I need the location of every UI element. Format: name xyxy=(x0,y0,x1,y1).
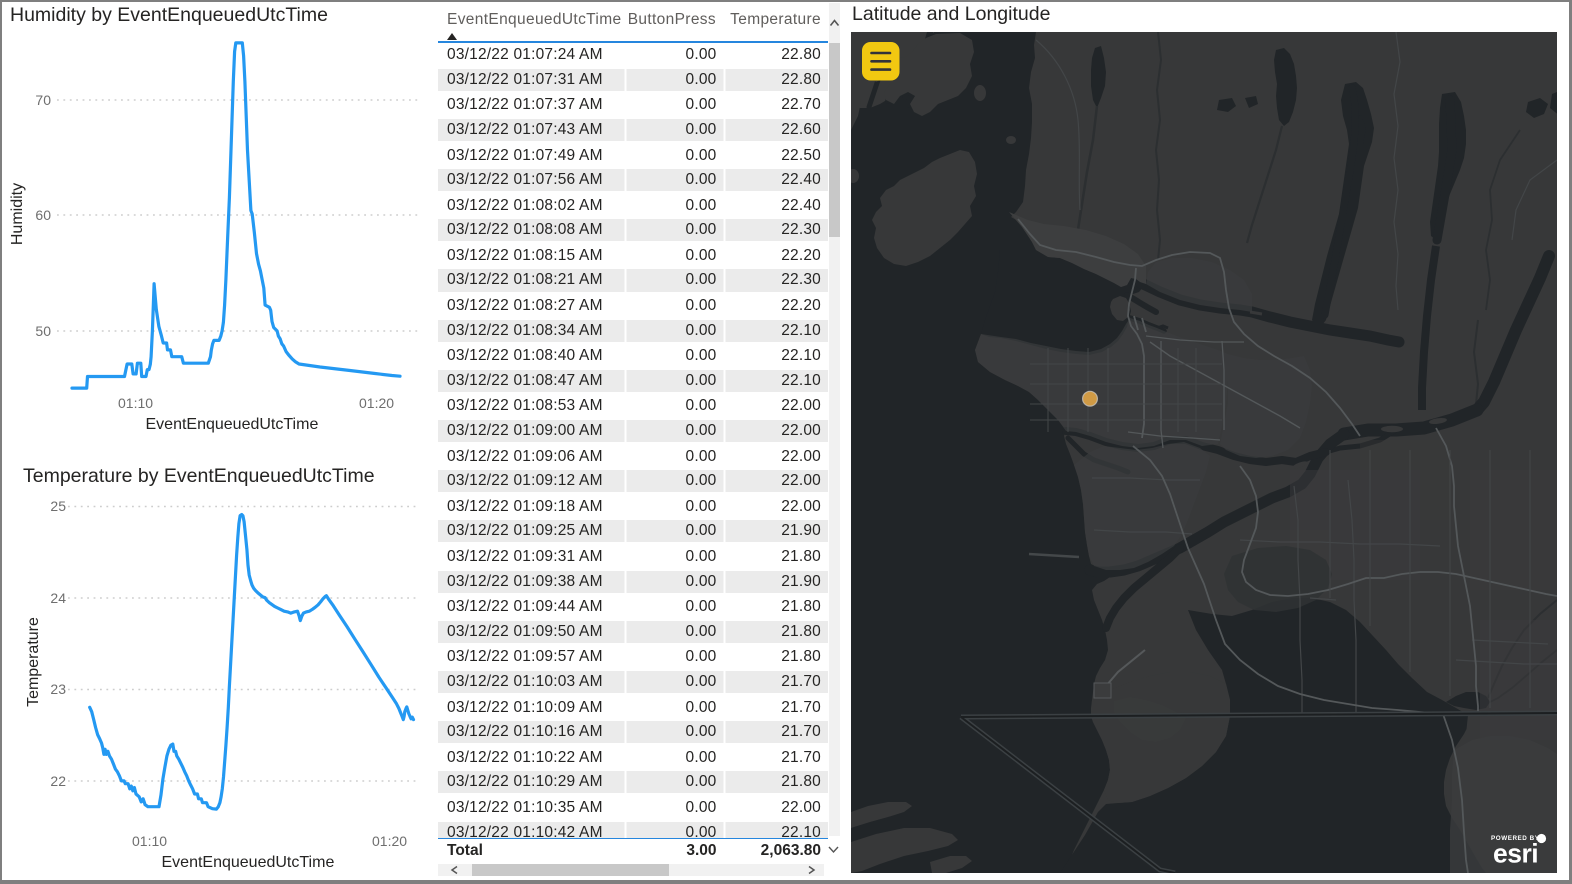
svg-text:esri: esri xyxy=(1493,839,1538,869)
